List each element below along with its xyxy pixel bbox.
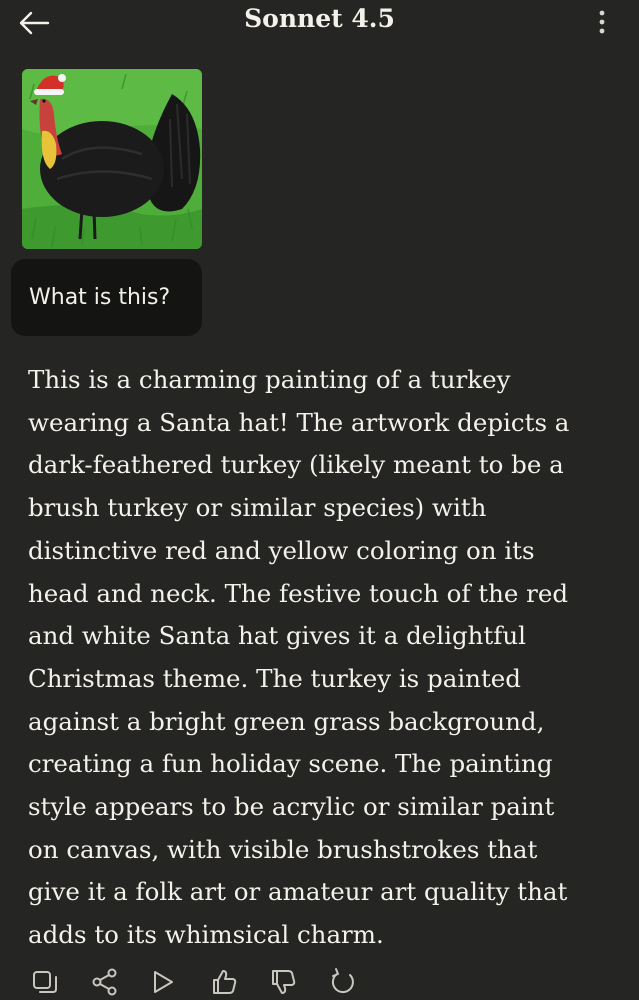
retry-icon — [331, 968, 354, 994]
top-app-bar: Sonnet 4.5 — [0, 0, 639, 46]
response-line: wearing a Santa hat! The artwork depicts… — [28, 407, 570, 437]
read-aloud-button[interactable] — [146, 966, 180, 998]
play-icon — [154, 971, 173, 993]
thumbs-up-icon — [213, 970, 237, 994]
response-line: This is a charming painting of a turkey — [28, 365, 511, 394]
response-line: give it a folk art or amateur art qualit… — [28, 877, 568, 907]
chat-title[interactable]: Sonnet 4.5 — [244, 4, 395, 33]
response-line: on canvas, with visible brushstrokes tha… — [28, 834, 538, 864]
response-line: brush turkey or similar species) with — [28, 493, 487, 523]
thumbs-up-button[interactable] — [207, 966, 241, 998]
more-vertical-icon — [599, 10, 605, 34]
back-button[interactable] — [14, 8, 54, 38]
response-line: and white Santa hat gives it a delightfu… — [28, 621, 526, 651]
response-line: style appears to be acrylic or similar p… — [28, 792, 555, 822]
assistant-response: This is a charming painting of a turkey … — [28, 359, 628, 957]
thumbs-down-button[interactable] — [266, 966, 300, 998]
response-line: Christmas theme. The turkey is painted — [28, 663, 521, 693]
response-line: against a bright green grass background, — [28, 706, 545, 736]
response-line: distinctive red and yellow coloring on i… — [28, 535, 535, 565]
share-button[interactable] — [88, 966, 122, 998]
more-options-button[interactable] — [588, 6, 618, 38]
arrow-left-icon — [19, 11, 50, 35]
attached-image-thumbnail[interactable] — [22, 69, 202, 249]
retry-button[interactable] — [326, 966, 360, 998]
user-message-text: What is this? — [29, 285, 171, 310]
response-line: head and neck. The festive touch of the … — [28, 578, 569, 608]
thumbs-down-icon — [272, 970, 296, 994]
copy-button[interactable] — [28, 966, 62, 998]
user-message-bubble: What is this? — [11, 259, 202, 336]
turkey-painting-image — [22, 69, 202, 249]
share-icon — [92, 968, 117, 996]
response-line: creating a fun holiday scene. The painti… — [28, 749, 553, 779]
message-actions-bar — [0, 962, 639, 1000]
copy-icon — [33, 971, 57, 993]
response-line: dark-feathered turkey (likely meant to b… — [28, 450, 564, 480]
response-line: adds to its whimsical charm. — [28, 920, 384, 950]
